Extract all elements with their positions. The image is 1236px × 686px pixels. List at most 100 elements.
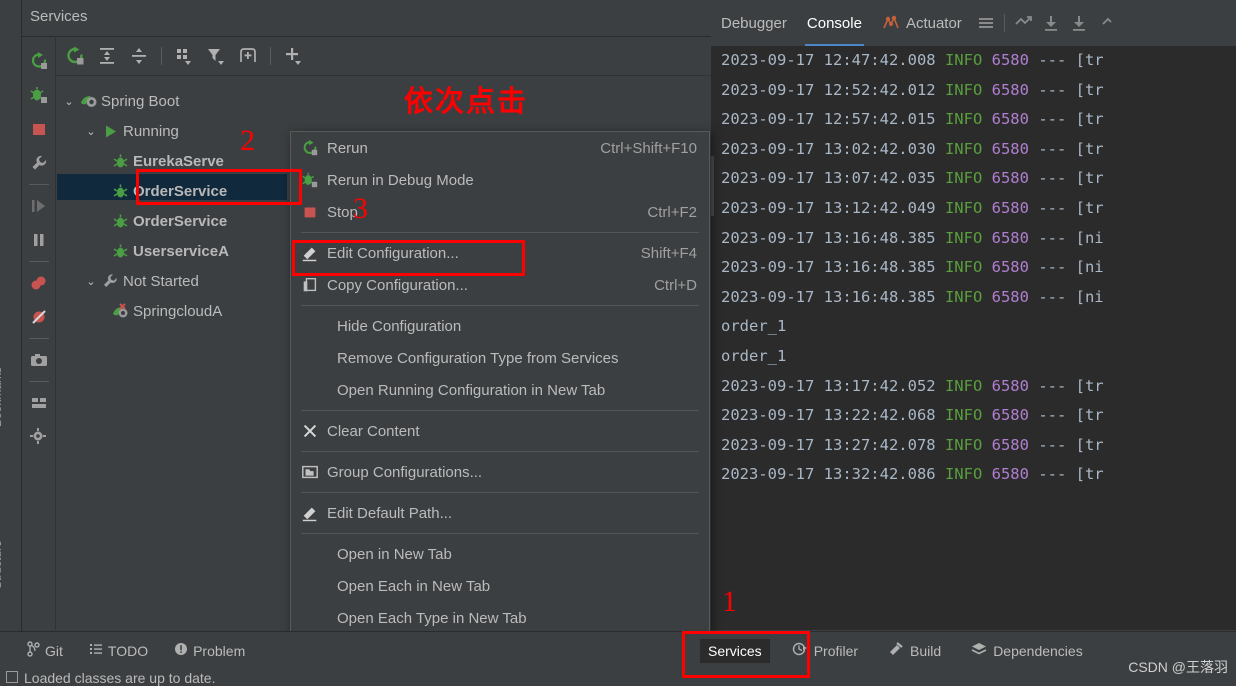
sidebar-item-structure[interactable]: Structure: [0, 520, 12, 610]
chevron-down-icon[interactable]: ⌄: [83, 275, 99, 288]
menu-item-remove-configuration-type-from-services[interactable]: Remove Configuration Type from Services: [291, 342, 709, 374]
log-line: order_1: [711, 312, 1236, 342]
rerun-icon[interactable]: [24, 44, 54, 78]
log-thread: [tr: [1066, 139, 1104, 158]
menu-item-hide-configuration[interactable]: Hide Configuration: [291, 310, 709, 342]
pause-program-icon[interactable]: [24, 223, 54, 257]
console-output[interactable]: 2023-09-17 12:47:42.008 INFO 6580 --- [t…: [711, 46, 1236, 630]
tree-node-running[interactable]: ⌄ Running: [83, 118, 179, 144]
menu-item-rerun-in-debug-mode[interactable]: Rerun in Debug Mode: [291, 164, 709, 196]
plus-icon[interactable]: [278, 41, 308, 71]
sidebar-item-bookmarks[interactable]: Bookmarks: [0, 352, 12, 442]
stop-icon[interactable]: [24, 112, 54, 146]
menu-item-label: Open Running Configuration in New Tab: [337, 381, 606, 399]
menu-item-rerun[interactable]: Rerun Ctrl+Shift+F10: [291, 132, 709, 164]
tree-node-not-started[interactable]: ⌄ Not Started: [83, 268, 198, 294]
tree-node-label: UserserviceA: [133, 242, 229, 260]
log-timestamp: 2023-09-17 13:16:48.385: [721, 228, 936, 247]
log-line: 2023-09-17 13:27:42.078 INFO 6580 --- [t…: [711, 431, 1236, 461]
tree-node-order-service-selected[interactable]: OrderService: [109, 178, 227, 204]
soft-wrap-icon[interactable]: [972, 9, 1000, 37]
resume-program-icon[interactable]: [24, 189, 54, 223]
tree-node-label: Spring Boot: [101, 92, 180, 110]
scroll-down-icon[interactable]: [1065, 9, 1093, 37]
menu-item-label: Edit Configuration...: [327, 244, 459, 262]
bottom-message: Loaded classes are up to date.: [24, 669, 216, 686]
menu-item-edit-configuration[interactable]: Edit Configuration... Shift+F4: [291, 237, 709, 269]
scroll-to-end-icon[interactable]: [1037, 9, 1065, 37]
wrench-icon: [99, 272, 121, 290]
tree-node-spring-boot[interactable]: ⌄ Spring Boot: [61, 88, 179, 114]
log-dash: ---: [1028, 51, 1067, 69]
toolbar-separator: [28, 184, 49, 185]
tree-node-userservice[interactable]: UserserviceA: [109, 238, 229, 264]
menu-item-label: Rerun: [327, 139, 368, 157]
status-tab-build[interactable]: Build: [880, 637, 949, 664]
menu-item-label: Group Configurations...: [327, 463, 483, 481]
menu-item-open-each-type-in-new-tab[interactable]: Open Each Type in New Tab: [291, 602, 709, 634]
menu-item-open-in-new-tab[interactable]: Open in New Tab: [291, 538, 709, 570]
log-timestamp: 2023-09-17 13:02:42.030: [721, 139, 936, 158]
debug-icon[interactable]: [24, 78, 54, 112]
view-breakpoints-icon[interactable]: [24, 266, 54, 300]
tree-node-springcloud[interactable]: SpringcloudA: [109, 298, 222, 324]
status-item-label: Git: [45, 642, 63, 659]
menu-item-stop[interactable]: Stop Ctrl+F2: [291, 196, 709, 228]
warning-icon: [174, 642, 188, 659]
status-tab-dependencies[interactable]: Dependencies: [963, 637, 1091, 664]
tab-console[interactable]: Console: [797, 0, 872, 46]
tree-node-label: Running: [123, 122, 179, 140]
rerun-icon[interactable]: [60, 41, 90, 71]
add-tab-icon[interactable]: [233, 41, 263, 71]
chevron-down-icon[interactable]: ⌄: [83, 125, 99, 138]
log-level: INFO: [935, 258, 983, 277]
menu-item-shortcut: Ctrl+F2: [647, 203, 697, 221]
log-timestamp: 2023-09-17 12:52:42.012: [721, 80, 936, 99]
camera-snapshot-icon[interactable]: [24, 343, 54, 377]
log-line: 2023-09-17 13:32:42.086 INFO 6580 --- [t…: [711, 460, 1236, 490]
log-dash: ---: [1028, 198, 1067, 217]
layout-icon[interactable]: [24, 386, 54, 420]
status-item-problems[interactable]: Problem: [170, 639, 249, 662]
expand-all-icon[interactable]: [92, 41, 122, 71]
tree-node-label: EurekaServe: [133, 152, 224, 170]
menu-item-open-running-configuration-in-new-tab[interactable]: Open Running Configuration in New Tab: [291, 374, 709, 406]
group-by-icon[interactable]: [169, 41, 199, 71]
log-pid: 6580: [982, 110, 1029, 129]
more-icon[interactable]: [1093, 9, 1121, 37]
tree-node-label: OrderService: [133, 212, 228, 230]
log-pid: 6580: [982, 465, 1029, 484]
filter-icon[interactable]: [201, 41, 231, 71]
wrench-icon[interactable]: [24, 146, 54, 180]
loaded-classes-checkbox[interactable]: [6, 671, 18, 683]
log-pid: 6580: [982, 139, 1029, 158]
menu-item-copy-configuration[interactable]: Copy Configuration... Ctrl+D: [291, 269, 709, 301]
log-timestamp: 2023-09-17 13:22:42.068: [721, 406, 936, 425]
gear-icon[interactable]: [24, 420, 54, 454]
tree-node-order-service-2[interactable]: OrderService: [109, 208, 227, 234]
log-dash: ---: [1028, 80, 1067, 99]
tab-debugger[interactable]: Debugger: [711, 0, 797, 46]
chevron-down-icon[interactable]: ⌄: [61, 95, 77, 108]
toolbar-separator: [161, 47, 162, 65]
console-tab-bar: Debugger Console Actuator: [711, 0, 1236, 46]
log-line: 2023-09-17 13:16:48.385 INFO 6580 --- [n…: [711, 283, 1236, 313]
status-item-todo[interactable]: TODO: [85, 639, 152, 662]
menu-item-edit-default-path[interactable]: Edit Default Path...: [291, 497, 709, 529]
status-tab-services[interactable]: Services: [700, 638, 770, 663]
status-tab-profiler[interactable]: Profiler: [784, 637, 866, 664]
log-level: INFO: [935, 228, 983, 247]
menu-item-label: Edit Default Path...: [327, 504, 453, 522]
mute-breakpoints-icon[interactable]: [24, 300, 54, 334]
status-item-git[interactable]: Git: [22, 638, 67, 663]
tree-node-eureka-server[interactable]: EurekaServe: [109, 148, 224, 174]
menu-item-clear-content[interactable]: Clear Content: [291, 415, 709, 447]
log-line: 2023-09-17 13:22:42.068 INFO 6580 --- [t…: [711, 401, 1236, 431]
collapse-all-icon[interactable]: [124, 41, 154, 71]
tab-actuator[interactable]: Actuator: [872, 0, 972, 46]
log-level: INFO: [935, 80, 983, 99]
menu-item-group-configurations[interactable]: Group Configurations...: [291, 456, 709, 488]
scroll-to-top-icon[interactable]: [1009, 9, 1037, 37]
menu-item-open-each-in-new-tab[interactable]: Open Each in New Tab: [291, 570, 709, 602]
hammer-icon: [888, 641, 904, 660]
